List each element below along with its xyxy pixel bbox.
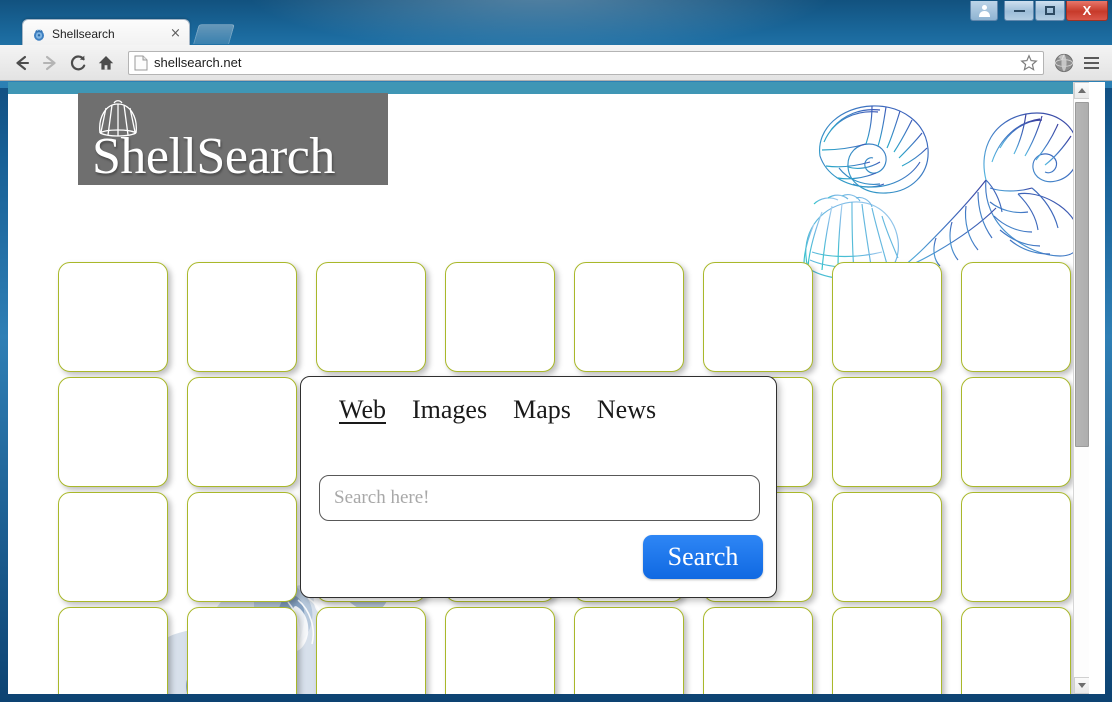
grid-tile[interactable] <box>58 492 168 602</box>
window-buttons-group: X <box>1004 1 1108 21</box>
grid-tile[interactable] <box>832 377 942 487</box>
grid-tile[interactable] <box>574 262 684 372</box>
minimize-icon <box>1013 9 1025 12</box>
browser-toolbar: shellsearch.net <box>0 45 1112 81</box>
home-button[interactable] <box>92 49 120 77</box>
menu-line <box>1083 56 1099 59</box>
grid-tile[interactable] <box>703 262 813 372</box>
grid-tile[interactable] <box>832 262 942 372</box>
scroll-down-button[interactable] <box>1074 677 1089 694</box>
grid-tile[interactable] <box>187 492 297 602</box>
tab-close-icon[interactable]: × <box>168 26 183 41</box>
grid-tile[interactable] <box>58 377 168 487</box>
maximize-button[interactable] <box>1035 1 1065 21</box>
browser-window: Shellsearch × X shellsearch.net ShellSea… <box>0 0 1112 702</box>
close-window-button[interactable]: X <box>1066 1 1108 21</box>
page-viewport: ShellSearch Web Images Maps News Search <box>8 82 1105 694</box>
search-tab-web[interactable]: Web <box>339 395 386 425</box>
shell-illustrations <box>786 88 1086 288</box>
search-tab-images[interactable]: Images <box>412 395 487 425</box>
grid-tile[interactable] <box>832 492 942 602</box>
grid-tile[interactable] <box>58 607 168 694</box>
browser-tab-shellsearch[interactable]: Shellsearch × <box>22 19 190 47</box>
grid-tile[interactable] <box>961 377 1071 487</box>
star-icon[interactable] <box>1020 53 1038 72</box>
page-content: ShellSearch Web Images Maps News Search <box>8 82 1089 694</box>
menu-line <box>1083 61 1099 64</box>
search-tab-news[interactable]: News <box>597 395 656 425</box>
new-tab-button[interactable] <box>193 24 235 44</box>
chevron-up-icon <box>1078 88 1086 93</box>
grid-tile[interactable] <box>574 607 684 694</box>
vertical-scrollbar[interactable] <box>1073 82 1089 694</box>
tab-title: Shellsearch <box>52 26 115 41</box>
grid-tile[interactable] <box>703 607 813 694</box>
search-panel: Web Images Maps News Search <box>300 376 777 598</box>
grid-tile[interactable] <box>187 607 297 694</box>
grid-tile[interactable] <box>316 607 426 694</box>
search-button[interactable]: Search <box>643 535 763 579</box>
menu-line <box>1083 66 1099 69</box>
grid-tile[interactable] <box>58 262 168 372</box>
url-text: shellsearch.net <box>154 55 242 70</box>
chevron-down-icon <box>1078 683 1086 688</box>
maximize-icon <box>1045 6 1055 15</box>
tab-strip: Shellsearch × X <box>0 0 1112 47</box>
grid-tile[interactable] <box>445 262 555 372</box>
grid-tile[interactable] <box>961 262 1071 372</box>
user-icon <box>978 4 990 17</box>
search-input[interactable] <box>319 475 760 521</box>
scrollbar-thumb[interactable] <box>1075 102 1089 447</box>
globe-icon[interactable] <box>1052 51 1076 75</box>
document-icon <box>134 55 148 71</box>
address-bar[interactable]: shellsearch.net <box>128 50 1044 75</box>
grid-tile[interactable] <box>961 492 1071 602</box>
grid-tile[interactable] <box>187 377 297 487</box>
hamburger-menu-button[interactable] <box>1078 50 1104 76</box>
grid-tile[interactable] <box>187 262 297 372</box>
grid-tile[interactable] <box>832 607 942 694</box>
site-logo[interactable]: ShellSearch <box>78 93 388 185</box>
user-account-button[interactable] <box>970 1 998 21</box>
scroll-up-button[interactable] <box>1074 82 1089 99</box>
shell-favicon-icon <box>31 26 47 42</box>
grid-tile[interactable] <box>316 262 426 372</box>
reload-button[interactable] <box>64 49 92 77</box>
search-category-nav: Web Images Maps News <box>319 395 758 425</box>
back-button[interactable] <box>8 49 36 77</box>
minimize-button[interactable] <box>1004 1 1034 21</box>
window-controls: X <box>970 1 1108 21</box>
grid-tile[interactable] <box>961 607 1071 694</box>
search-tab-maps[interactable]: Maps <box>513 395 571 425</box>
grid-tile[interactable] <box>445 607 555 694</box>
close-icon: X <box>1082 3 1092 18</box>
scallop-shell-icon <box>96 99 140 139</box>
forward-button[interactable] <box>36 49 64 77</box>
